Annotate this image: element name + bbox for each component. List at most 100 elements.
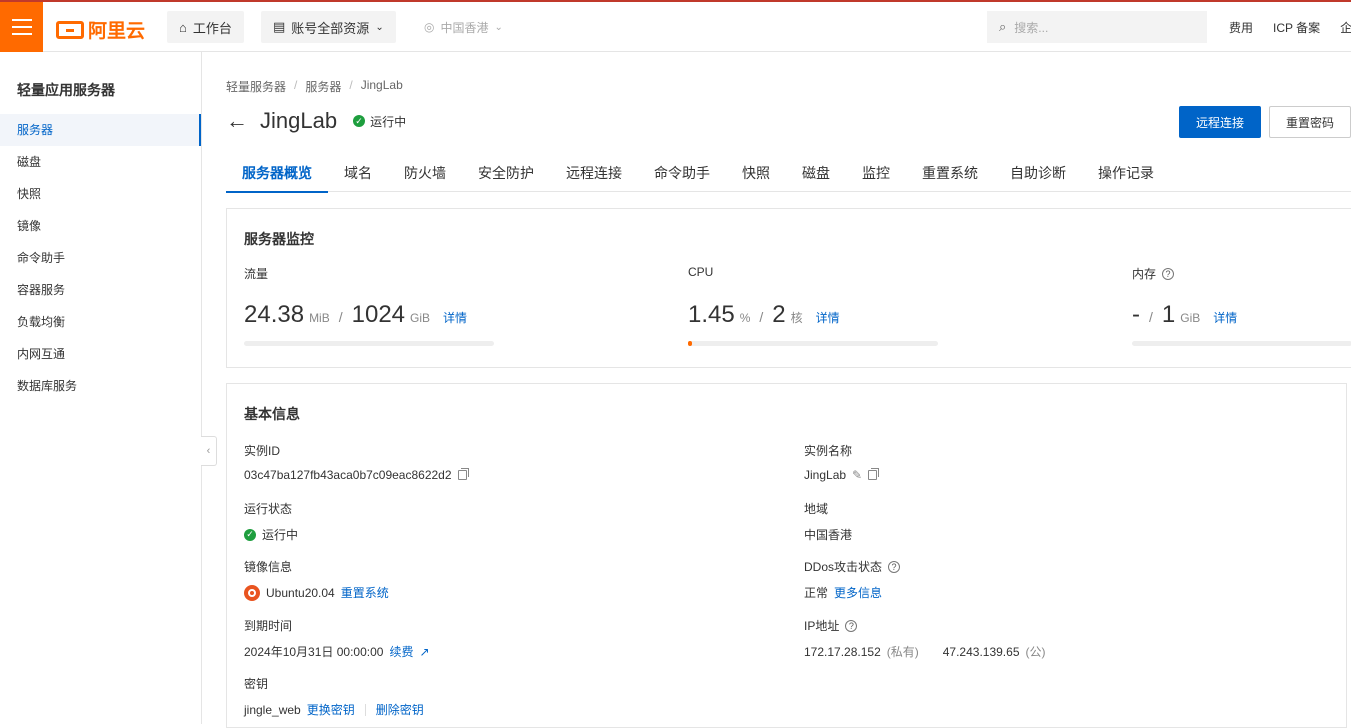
region-label: 地域 xyxy=(804,502,829,516)
key-name: jingle_web xyxy=(244,702,301,717)
delete-key-link[interactable]: 删除密钥 xyxy=(376,701,424,718)
renew-link[interactable]: 续费 xyxy=(389,643,413,660)
tab-firewall[interactable]: 防火墙 xyxy=(388,156,462,192)
public-tag: (公) xyxy=(1025,645,1046,659)
memory-progress xyxy=(1132,341,1351,346)
tab-bar: 服务器概览 域名 防火墙 安全防护 远程连接 命令助手 快照 磁盘 监控 重置系… xyxy=(226,156,1351,193)
sidebar-item-container[interactable]: 容器服务 xyxy=(0,274,201,306)
help-icon[interactable]: ? xyxy=(1162,267,1175,280)
top-navbar: 阿里云 ⌂ 工作台 ▤ 账号全部资源 ⌄ ◎ 中国香港 ⌄ ⌕ 搜索... 费用… xyxy=(0,0,1351,52)
memory-detail-link[interactable]: 详情 xyxy=(1213,309,1237,326)
region-label: 中国香港 xyxy=(440,20,489,35)
aliyun-logo-mark xyxy=(56,20,84,39)
copy-icon[interactable] xyxy=(868,468,880,480)
cpu-total-unit: 核 xyxy=(790,311,803,325)
tab-snapshot[interactable]: 快照 xyxy=(726,156,786,192)
aliyun-logo[interactable]: 阿里云 xyxy=(56,16,145,43)
ddos-label: DDos攻击状态 xyxy=(804,560,883,574)
divider xyxy=(364,703,366,716)
top-links: 费用 ICP 备案 企 xyxy=(1229,19,1351,36)
sidebar-item-snapshots[interactable]: 快照 xyxy=(0,178,201,210)
basic-info-title: 基本信息 xyxy=(244,406,300,422)
sidebar-collapse-icon[interactable]: ‹ xyxy=(201,436,217,466)
enterprise-link[interactable]: 企 xyxy=(1340,19,1351,36)
private-ip: 172.17.28.152 xyxy=(804,644,881,659)
workbench-button[interactable]: ⌂ 工作台 xyxy=(167,11,244,43)
sidebar-title: 轻量应用服务器 xyxy=(17,82,115,98)
search-input[interactable]: ⌕ 搜索... xyxy=(987,11,1207,43)
image-field: 镜像信息 Ubuntu20.04 重置系统 xyxy=(244,558,389,601)
key-field: 密钥 jingle_web 更换密钥 删除密钥 xyxy=(244,675,424,718)
breadcrumb: 轻量服务器 / 服务器 / JingLab xyxy=(226,78,403,95)
private-tag: (私有) xyxy=(886,645,919,659)
reset-password-button[interactable]: 重置密码 xyxy=(1269,106,1351,138)
memory-value: - / 1 GiB 详情 xyxy=(1132,301,1237,329)
tab-disk[interactable]: 磁盘 xyxy=(786,156,846,192)
search-icon: ⌕ xyxy=(999,19,1007,34)
home-icon: ⌂ xyxy=(179,19,187,35)
sidebar-item-images[interactable]: 镜像 xyxy=(0,210,201,242)
breadcrumb-lightweight[interactable]: 轻量服务器 xyxy=(226,78,286,95)
tab-domain[interactable]: 域名 xyxy=(328,156,388,192)
icp-link[interactable]: ICP 备案 xyxy=(1273,19,1320,36)
cpu-detail-link[interactable]: 详情 xyxy=(816,309,840,326)
ddos-status: 正常 xyxy=(804,586,829,600)
search-placeholder: 搜索... xyxy=(1014,20,1049,35)
resources-dropdown[interactable]: ▤ 账号全部资源 ⌄ xyxy=(261,11,396,43)
tab-security[interactable]: 安全防护 xyxy=(462,156,550,192)
status-badge: ✓ 运行中 xyxy=(353,113,406,130)
expire-value: 2024年10月31日 00:00:00 xyxy=(244,645,384,659)
edit-icon[interactable]: ✎ xyxy=(852,468,862,482)
tab-monitor[interactable]: 监控 xyxy=(846,156,906,192)
traffic-total-unit: GiB xyxy=(410,311,431,325)
tab-diagnosis[interactable]: 自助诊断 xyxy=(994,156,1082,192)
tab-reset-system[interactable]: 重置系统 xyxy=(906,156,994,192)
tab-overview[interactable]: 服务器概览 xyxy=(226,156,328,193)
traffic-detail-link[interactable]: 详情 xyxy=(443,309,467,326)
monitor-title: 服务器监控 xyxy=(244,231,314,247)
server-icon: ▤ xyxy=(273,19,286,34)
change-key-link[interactable]: 更换密钥 xyxy=(307,701,355,718)
traffic-value: 24.38 MiB / 1024 GiB 详情 xyxy=(244,301,467,329)
logo-text: 阿里云 xyxy=(88,21,146,42)
sidebar-item-disks[interactable]: 磁盘 xyxy=(0,146,201,178)
page-title: JingLab xyxy=(260,108,338,133)
back-arrow-icon[interactable]: ← xyxy=(226,108,248,134)
reset-system-link[interactable]: 重置系统 xyxy=(341,584,389,601)
tab-command[interactable]: 命令助手 xyxy=(638,156,726,192)
memory-label: 内存 xyxy=(1132,267,1157,281)
memory-used: - xyxy=(1132,301,1140,328)
breadcrumb-separator: / xyxy=(294,78,298,92)
basic-info-card: 基本信息 实例ID 03c47ba127fb43aca0b7c09eac8622… xyxy=(226,383,1347,728)
sidebar: 轻量应用服务器 服务器 磁盘 快照 镜像 命令助手 容器服务 负载均衡 内网互通… xyxy=(0,52,202,724)
breadcrumb-servers[interactable]: 服务器 xyxy=(305,78,341,95)
sidebar-item-command-assistant[interactable]: 命令助手 xyxy=(0,242,201,274)
traffic-total: 1024 xyxy=(351,301,406,328)
cpu-total: 2 xyxy=(772,301,786,328)
tab-remote[interactable]: 远程连接 xyxy=(550,156,638,192)
sidebar-item-intranet[interactable]: 内网互通 xyxy=(0,338,201,370)
sidebar-item-servers[interactable]: 服务器 xyxy=(0,114,201,146)
traffic-progress xyxy=(244,341,494,346)
remote-connect-button[interactable]: 远程连接 xyxy=(1179,106,1261,138)
chevron-down-icon: ⌄ xyxy=(375,21,384,33)
menu-icon[interactable] xyxy=(0,2,43,52)
ddos-field: DDos攻击状态? 正常 更多信息 xyxy=(804,558,901,601)
location-icon: ◎ xyxy=(424,20,435,34)
cpu-used: 1.45 xyxy=(688,301,735,328)
external-link-icon[interactable]: ↗ xyxy=(419,645,429,659)
region-selector[interactable]: ◎ 中国香港 ⌄ xyxy=(424,11,503,43)
help-icon[interactable]: ? xyxy=(888,560,901,573)
tab-operation-log[interactable]: 操作记录 xyxy=(1082,156,1170,192)
slash: / xyxy=(759,309,764,325)
region-field: 地域 中国香港 xyxy=(804,500,852,543)
billing-link[interactable]: 费用 xyxy=(1229,19,1253,36)
run-status-field: 运行状态 ✓ 运行中 xyxy=(244,500,298,543)
sidebar-item-database[interactable]: 数据库服务 xyxy=(0,370,201,402)
ddos-more-link[interactable]: 更多信息 xyxy=(834,584,882,601)
sidebar-item-load-balancer[interactable]: 负载均衡 xyxy=(0,306,201,338)
help-icon[interactable]: ? xyxy=(845,619,858,632)
region-value: 中国香港 xyxy=(804,528,853,542)
copy-icon[interactable] xyxy=(457,468,469,480)
run-status-label: 运行状态 xyxy=(244,502,293,516)
